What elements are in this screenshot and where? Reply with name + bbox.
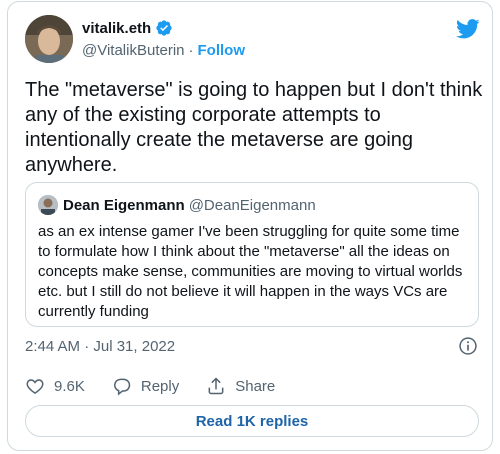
quoted-tweet-header: Dean Eigenmann @DeanEigenmann (38, 195, 316, 215)
share-upload-icon (208, 377, 224, 395)
quoted-author-handle: @DeanEigenmann (188, 196, 316, 214)
quoted-author-name: Dean Eigenmann (63, 196, 185, 214)
quoted-tweet[interactable]: Dean Eigenmann @DeanEigenmann as an ex i… (25, 182, 479, 327)
verified-badge-icon (156, 20, 172, 36)
quoted-author-avatar (38, 195, 58, 215)
separator-dot: · (188, 42, 194, 59)
share-button[interactable]: Share (206, 376, 275, 396)
tweet-actions: 9.6K Reply Share (25, 376, 302, 396)
speech-bubble-icon (113, 378, 131, 396)
follow-button[interactable]: Follow (198, 42, 246, 59)
like-button[interactable]: 9.6K (25, 376, 85, 396)
author-display-name[interactable]: vitalik.eth (82, 20, 151, 37)
read-replies-button[interactable]: Read 1K replies (25, 405, 479, 437)
info-icon[interactable] (458, 336, 478, 356)
author-avatar[interactable] (25, 15, 73, 63)
twitter-bird-icon[interactable] (456, 19, 480, 39)
tweet-timestamp[interactable]: 2:44 AM · Jul 31, 2022 (25, 338, 175, 355)
tweet-text: The "metaverse" is going to happen but I… (25, 79, 483, 176)
author-name-row: vitalik.eth (82, 19, 173, 37)
like-count: 9.6K (54, 377, 85, 395)
heart-icon (26, 379, 44, 394)
author-handle-row: @VitalikButerin · Follow (82, 42, 245, 59)
reply-button[interactable]: Reply (112, 376, 179, 396)
tweet-card: vitalik.eth @VitalikButerin · Follow The… (7, 1, 493, 451)
author-handle[interactable]: @VitalikButerin (82, 42, 185, 59)
share-label: Share (235, 377, 276, 395)
reply-label: Reply (140, 377, 180, 395)
quoted-tweet-text: as an ex intense gamer I've been struggl… (38, 223, 463, 320)
